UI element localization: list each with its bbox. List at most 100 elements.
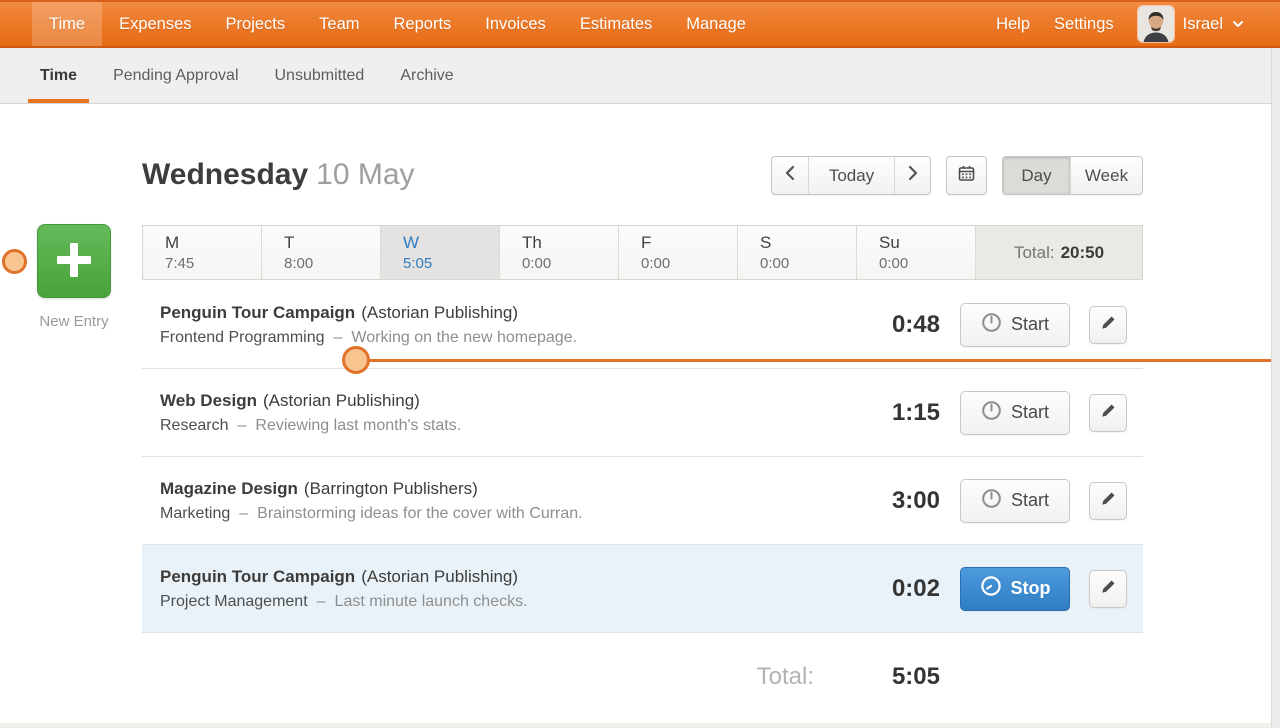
- day-cell-thursday[interactable]: Th 0:00: [500, 226, 619, 279]
- day-hours: 7:45: [165, 255, 195, 272]
- entry-info: Magazine Design (Barrington Publishers) M…: [160, 479, 854, 523]
- nav-item-reports[interactable]: Reports: [377, 2, 469, 46]
- entry-project: Penguin Tour Campaign: [160, 302, 356, 322]
- time-entries-list: Penguin Tour Campaign (Astorian Publishin…: [142, 281, 1143, 697]
- entry-project: Web Design: [160, 390, 257, 410]
- timer-button-label: Start: [1010, 402, 1049, 422]
- nav-item-team[interactable]: Team: [302, 2, 376, 46]
- entry-time: 0:02: [891, 574, 940, 602]
- day-cell-friday[interactable]: F 0:00: [619, 226, 738, 279]
- day-cell-monday[interactable]: M 7:45: [143, 226, 262, 279]
- day-letter: W: [403, 233, 420, 252]
- entry-actions: 1:15 Start: [854, 390, 1127, 435]
- clock-icon: [980, 575, 1002, 602]
- entry-notes: Reviewing last month's stats.: [255, 416, 462, 434]
- calendar-group: [946, 156, 987, 195]
- day-name: Wednesday: [142, 158, 309, 191]
- entry-task: Marketing: [160, 504, 231, 522]
- entry-time: 3:00: [891, 486, 940, 514]
- calendar-button[interactable]: [947, 157, 986, 194]
- day-letter: Su: [879, 233, 900, 252]
- day-week-toggle: Day Week: [1002, 156, 1143, 195]
- entry-client: (Astorian Publishing): [262, 390, 420, 410]
- pencil-icon: [1100, 579, 1116, 598]
- clock-icon: [981, 400, 1002, 426]
- nav-item-projects[interactable]: Projects: [209, 2, 303, 46]
- nav-item-help[interactable]: Help: [996, 15, 1030, 34]
- subnav-item-archive[interactable]: Archive: [388, 48, 465, 103]
- edit-entry-button[interactable]: [1089, 481, 1127, 520]
- prev-day-button[interactable]: [772, 157, 808, 194]
- edit-entry-button[interactable]: [1089, 305, 1127, 344]
- scrollbar-track[interactable]: [1271, 48, 1280, 728]
- date-header-row: Wednesday 10 May Today Day Week: [142, 152, 1143, 198]
- entry-time: 1:15: [891, 398, 940, 426]
- entry-row-1: Penguin Tour Campaign (Astorian Publishin…: [142, 281, 1143, 369]
- clock-icon: [981, 312, 1002, 338]
- entry-info: Web Design (Astorian Publishing) Research…: [160, 391, 854, 435]
- nav-item-expenses[interactable]: Expenses: [102, 2, 208, 46]
- nav-item-time[interactable]: Time: [32, 2, 103, 46]
- start-timer-button[interactable]: Start: [960, 478, 1070, 523]
- entry-time: 0:48: [891, 310, 940, 338]
- day-letter: M: [165, 233, 180, 252]
- day-cell-wednesday-active[interactable]: W 5:05: [381, 226, 500, 279]
- nav-item-invoices[interactable]: Invoices: [468, 2, 563, 46]
- entry-actions: 3:00 Start: [854, 478, 1127, 523]
- edit-entry-button[interactable]: [1089, 569, 1127, 608]
- edit-entry-button[interactable]: [1089, 393, 1127, 432]
- callout-line: [356, 359, 1271, 362]
- day-hours: 5:05: [403, 255, 433, 272]
- week-view-button[interactable]: Week: [1070, 157, 1142, 194]
- top-nav-items: Time Expenses Projects Team Reports Invo…: [32, 2, 763, 46]
- day-hours: 0:00: [760, 255, 790, 272]
- day-cell-sunday[interactable]: Su 0:00: [857, 226, 976, 279]
- next-day-button[interactable]: [894, 157, 930, 194]
- nav-item-manage[interactable]: Manage: [669, 2, 763, 46]
- entry-task: Research: [160, 416, 229, 434]
- timer-button-label: Start: [1010, 490, 1049, 510]
- new-entry-button[interactable]: [37, 224, 111, 298]
- entry-separator: –: [333, 328, 343, 346]
- subnav-item-unsubmitted[interactable]: Unsubmitted: [263, 48, 377, 103]
- timer-button-label: Start: [1010, 314, 1049, 334]
- day-cell-tuesday[interactable]: T 8:00: [262, 226, 381, 279]
- entry-notes: Brainstorming ideas for the cover with C…: [257, 504, 583, 522]
- day-letter: T: [284, 233, 295, 252]
- day-total-label: Total:: [756, 663, 814, 690]
- entry-notes: Last minute launch checks.: [334, 592, 528, 610]
- day-hours: 8:00: [284, 255, 314, 272]
- sub-navigation: Time Pending Approval Unsubmitted Archiv…: [0, 48, 1280, 104]
- day-view-button[interactable]: Day: [1003, 157, 1070, 194]
- subnav-item-pending-approval[interactable]: Pending Approval: [101, 48, 250, 103]
- stop-timer-button[interactable]: Stop: [960, 566, 1070, 611]
- clock-icon: [981, 488, 1002, 514]
- entry-row-2: Web Design (Astorian Publishing) Research…: [142, 369, 1143, 457]
- start-timer-button[interactable]: Start: [960, 302, 1070, 347]
- entry-separator: –: [239, 504, 249, 522]
- day-date: 10 May: [316, 158, 415, 191]
- pencil-icon: [1100, 315, 1116, 334]
- entry-task: Project Management: [160, 592, 308, 610]
- nav-item-estimates[interactable]: Estimates: [563, 2, 669, 46]
- user-name: Israel: [1182, 14, 1223, 33]
- start-timer-button[interactable]: Start: [960, 390, 1070, 435]
- entry-separator: –: [237, 416, 247, 434]
- new-entry-label: New Entry: [39, 313, 109, 330]
- user-menu[interactable]: Israel: [1137, 6, 1244, 42]
- subnav-item-time[interactable]: Time: [28, 48, 90, 103]
- day-cell-saturday[interactable]: S 0:00: [738, 226, 857, 279]
- day-letter: F: [641, 233, 652, 252]
- calendar-icon: [957, 164, 976, 188]
- callout-dot-new-entry: [2, 249, 27, 274]
- entry-separator: –: [316, 592, 326, 610]
- entry-actions: 0:02 Stop: [854, 566, 1127, 611]
- nav-item-settings[interactable]: Settings: [1054, 15, 1114, 34]
- entry-client: (Astorian Publishing): [361, 302, 519, 322]
- timer-button-label: Stop: [1010, 578, 1051, 598]
- entry-actions: 0:48 Start: [854, 302, 1127, 347]
- entry-project: Magazine Design: [160, 478, 298, 498]
- entry-info: Penguin Tour Campaign (Astorian Publishin…: [160, 567, 854, 611]
- today-button[interactable]: Today: [808, 157, 894, 194]
- day-hours: 0:00: [879, 255, 909, 272]
